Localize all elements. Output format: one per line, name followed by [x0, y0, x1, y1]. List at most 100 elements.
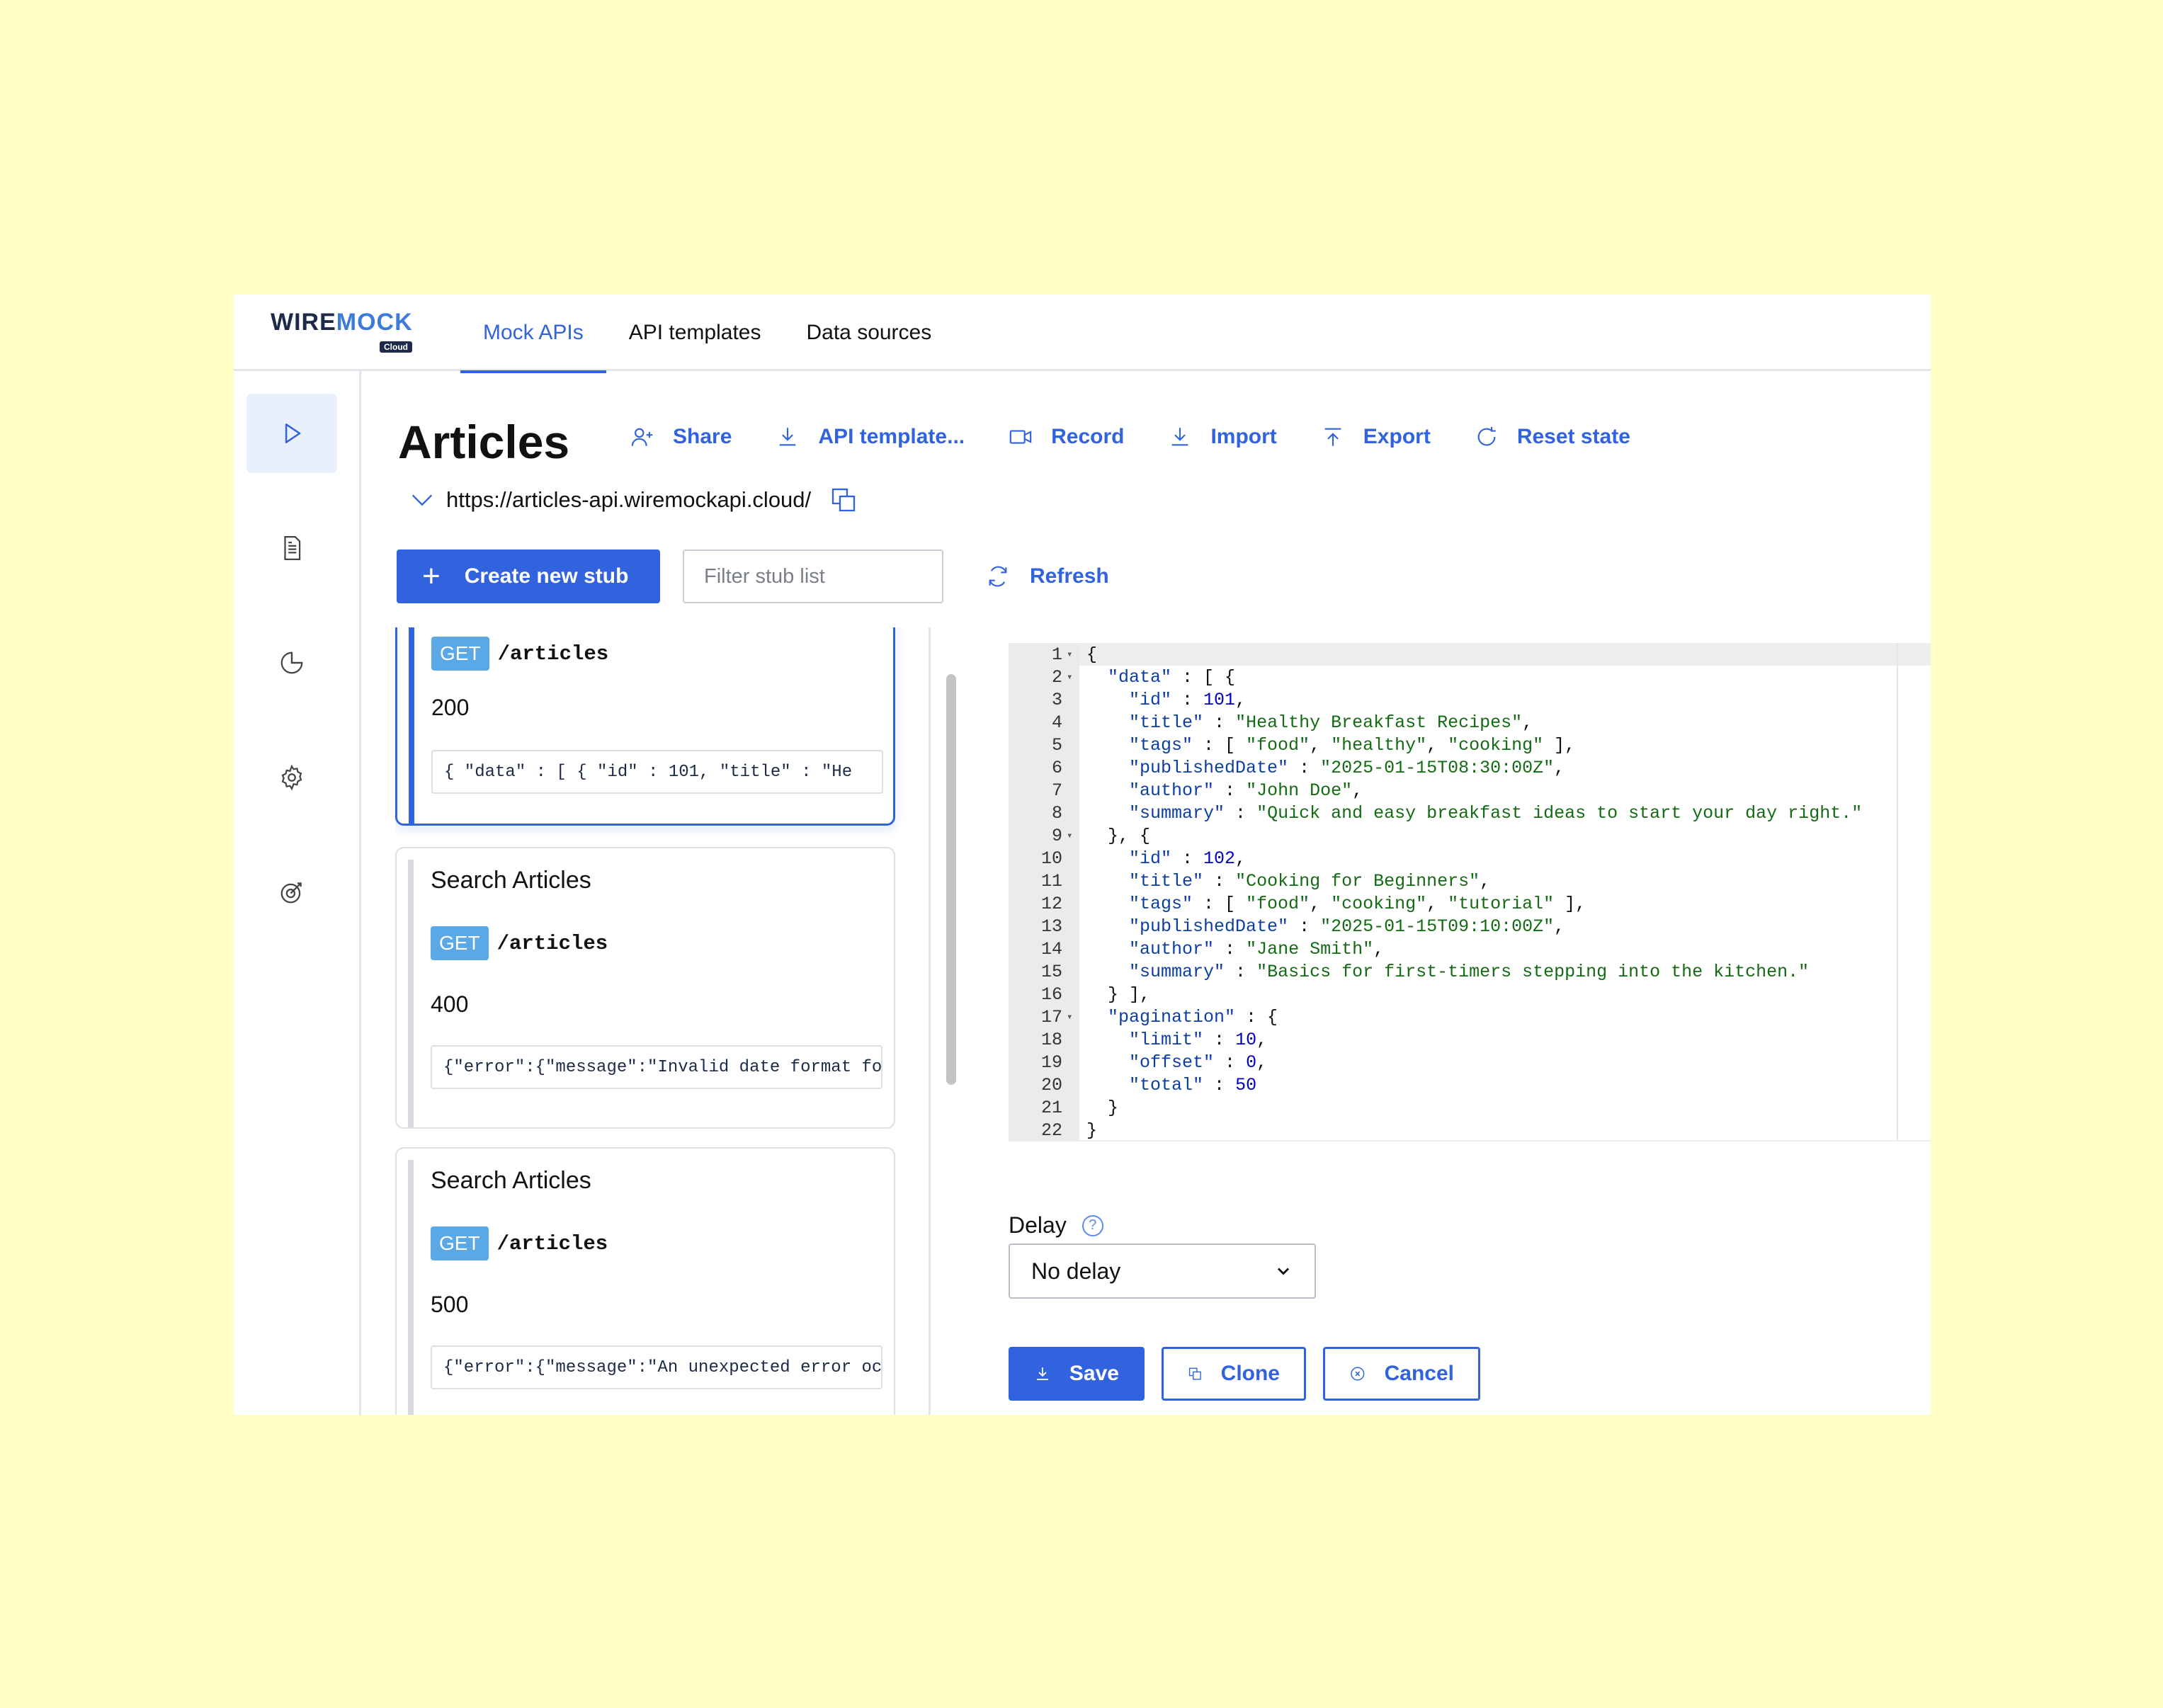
rail-requests-button[interactable] — [246, 508, 337, 588]
code-line: 19 "offset" : 0, — [1009, 1051, 1267, 1074]
page-title: Articles — [398, 416, 570, 468]
refresh-icon — [989, 566, 1007, 587]
api-template-label: API template... — [818, 425, 965, 448]
wiremock-logo[interactable]: WIREMOCK Cloud — [271, 309, 413, 358]
stub-body-preview: {"error":{"message":"An unexpected error… — [431, 1345, 882, 1389]
code-text: }, { — [1086, 825, 1151, 846]
import-button[interactable]: Import — [1168, 425, 1277, 449]
code-text: "summary" : "Basics for first-timers ste… — [1129, 961, 1810, 982]
refresh-button[interactable]: Refresh — [986, 564, 1109, 588]
app-window: WIREMOCK Cloud Mock APIs API templates D… — [234, 295, 1931, 1415]
tab-mock-apis[interactable]: Mock APIs — [460, 295, 606, 373]
stub-card[interactable]: GET /articles 200 { "data" : [ { "id" : … — [395, 627, 895, 826]
main-nav: Mock APIs API templates Data sources — [460, 295, 954, 373]
record-label: Record — [1051, 425, 1125, 448]
stub-toolbar: + Create new stub Refresh — [397, 550, 1109, 603]
save-label: Save — [1069, 1362, 1119, 1385]
copy-icon[interactable] — [829, 486, 858, 514]
reset-state-button[interactable]: Reset state — [1475, 425, 1630, 449]
line-number: 6 — [1051, 757, 1062, 778]
stub-accent-bar — [408, 860, 414, 1127]
tab-api-templates[interactable]: API templates — [606, 295, 784, 371]
stub-card[interactable]: Search Articles GET /articles 500 {"erro… — [395, 1147, 895, 1415]
code-line: 7 "author" : "John Doe", — [1009, 779, 1363, 802]
delay-select-value: No delay — [1031, 1258, 1121, 1284]
line-number: 9 — [1051, 825, 1062, 846]
rail-stubs-button[interactable] — [246, 394, 337, 473]
help-icon[interactable]: ? — [1082, 1214, 1103, 1236]
rail-observability-button[interactable] — [246, 853, 337, 932]
base-url: https://articles-api.wiremockapi.cloud/ — [446, 487, 812, 512]
stub-list-scrollbar[interactable] — [946, 674, 956, 1085]
chevron-down-icon[interactable] — [408, 486, 436, 514]
export-label: Export — [1363, 425, 1431, 448]
fold-toggle-icon[interactable]: ▾ — [1062, 671, 1079, 683]
stub-name: Search Articles — [431, 867, 591, 894]
share-label: Share — [673, 425, 732, 448]
target-icon — [280, 882, 302, 904]
code-text: "summary" : "Quick and easy breakfast id… — [1129, 802, 1863, 824]
api-template-button[interactable]: API template... — [776, 425, 965, 449]
code-line: 21 } — [1009, 1096, 1118, 1119]
line-number: 1 — [1051, 644, 1062, 665]
logo-cloud-badge: Cloud — [380, 341, 412, 353]
cancel-button[interactable]: Cancel — [1323, 1347, 1480, 1401]
close-circle-icon — [1351, 1367, 1365, 1381]
filter-stub-input[interactable] — [683, 550, 943, 603]
line-number: 16 — [1040, 984, 1062, 1005]
tab-data-sources[interactable]: Data sources — [783, 295, 954, 371]
save-button[interactable]: Save — [1009, 1347, 1145, 1401]
line-number: 8 — [1051, 802, 1062, 824]
stub-path: /articles — [497, 642, 609, 666]
rail-settings-button[interactable] — [246, 738, 337, 817]
code-line: 13 "publishedDate" : "2025-01-15T09:10:0… — [1009, 915, 1565, 938]
form-actions: Save Clone Cancel — [1009, 1347, 1480, 1401]
stub-request-line: GET /articles — [431, 926, 608, 960]
document-icon — [284, 536, 301, 560]
export-button[interactable]: Export — [1321, 425, 1431, 449]
chevron-down-icon — [1278, 1268, 1289, 1275]
line-number: 3 — [1051, 689, 1062, 710]
delay-select[interactable]: No delay — [1009, 1243, 1316, 1299]
fold-toggle-icon[interactable]: ▾ — [1062, 649, 1079, 661]
refresh-label: Refresh — [1030, 564, 1109, 588]
code-line: 17 ▾ "pagination" : { — [1009, 1006, 1278, 1028]
line-number: 11 — [1040, 870, 1062, 892]
fold-toggle-icon[interactable]: ▾ — [1062, 830, 1079, 842]
line-number: 2 — [1051, 666, 1062, 688]
download-icon — [1172, 428, 1188, 446]
code-line: 11 "title" : "Cooking for Beginners", — [1009, 870, 1490, 892]
editor-active-line — [1079, 643, 1931, 666]
create-new-stub-button[interactable]: + Create new stub — [397, 550, 660, 603]
method-badge: GET — [431, 637, 489, 671]
stub-status: 400 — [431, 991, 469, 1017]
code-text: } ], — [1086, 984, 1151, 1005]
code-text: "pagination" : { — [1108, 1006, 1278, 1027]
code-text: "total" : 50 — [1129, 1074, 1257, 1095]
record-button[interactable]: Record — [1009, 425, 1124, 449]
share-button[interactable]: Share — [630, 425, 732, 449]
stub-name: Search Articles — [431, 1167, 591, 1194]
logo-wire: WIRE — [271, 309, 336, 336]
delay-label-row: Delay ? — [1009, 1212, 1103, 1239]
code-line: 20 "total" : 50 — [1009, 1074, 1256, 1096]
stub-card[interactable]: Search Articles GET /articles 400 {"erro… — [395, 847, 895, 1129]
stub-request-line: GET /articles — [431, 1226, 608, 1260]
code-text: "tags" : [ "food", "healthy", "cooking" … — [1129, 734, 1576, 756]
line-number: 7 — [1051, 780, 1062, 801]
code-text: "id" : 101, — [1129, 689, 1247, 710]
code-line: 4 "title" : "Healthy Breakfast Recipes", — [1009, 711, 1533, 734]
line-number: 15 — [1040, 961, 1062, 982]
clone-label: Clone — [1220, 1362, 1280, 1385]
response-body-editor[interactable]: 1 ▾{2 ▾ "data" : [ {3 "id" : 101, 4 "title"… — [1009, 643, 1931, 1141]
code-line: 12 "tags" : [ "food", "cooking", "tutori… — [1009, 892, 1586, 915]
clone-button[interactable]: Clone — [1162, 1347, 1306, 1401]
gear-icon — [281, 764, 302, 791]
code-text: "offset" : 0, — [1129, 1052, 1268, 1073]
fold-toggle-icon[interactable]: ▾ — [1062, 1011, 1079, 1023]
stub-status: 200 — [431, 695, 470, 720]
create-new-stub-label: Create new stub — [464, 564, 629, 588]
editor-print-margin — [1897, 643, 1898, 1140]
rail-analytics-button[interactable] — [246, 623, 337, 702]
method-badge: GET — [431, 926, 489, 960]
